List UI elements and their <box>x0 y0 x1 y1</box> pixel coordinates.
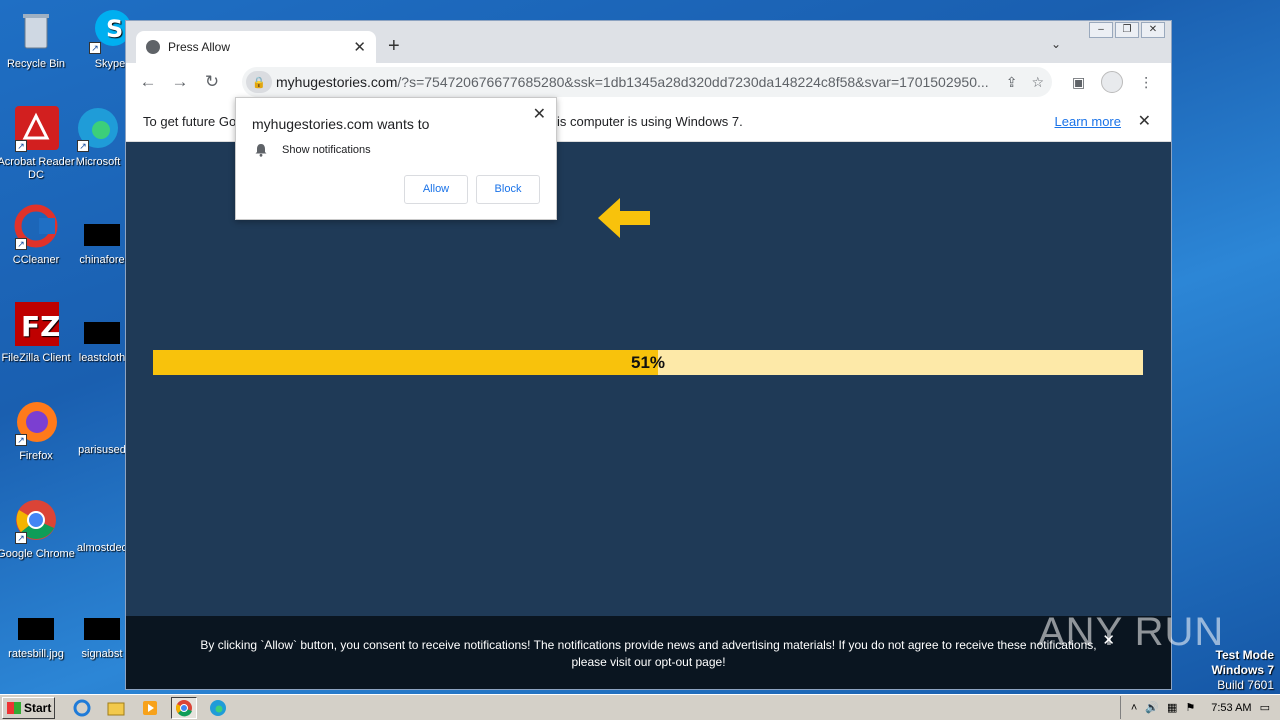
lock-icon[interactable]: 🔒 <box>246 71 272 93</box>
start-button[interactable]: Start <box>2 696 55 719</box>
test-mode-notice: Test Mode Windows 7 Build 7601 <box>1211 648 1274 693</box>
file-thumbnail <box>18 618 54 640</box>
window-controls: ‒ ❐ ✕ <box>1089 22 1165 38</box>
tab-search-chevron-icon[interactable]: ⌄ <box>1051 37 1061 51</box>
footer-line1: By clicking `Allow` button, you consent … <box>200 638 1097 652</box>
shortcut-arrow-icon: ↗ <box>89 42 101 54</box>
filezilla-icon: FZ <box>13 302 60 348</box>
restore-button[interactable]: ❐ <box>1115 22 1139 38</box>
file-thumbnail <box>84 322 120 344</box>
build-label: Build 7601 <box>1217 678 1274 692</box>
taskbar: Start ˄ 🔊 ▦ ⚑ 7:53 AM ▭ <box>0 694 1280 720</box>
globe-icon <box>146 40 160 54</box>
chrome-icon: ↗ <box>13 498 59 544</box>
back-arrow-icon[interactable]: ← <box>132 72 164 92</box>
side-panel-icon[interactable]: ▣ <box>1072 74 1085 91</box>
network-icon[interactable]: ▦ <box>1167 701 1177 714</box>
infobar-close-icon[interactable]: ✕ <box>1138 111 1151 131</box>
action-center-flag-icon[interactable]: ⚑ <box>1185 701 1195 714</box>
show-desktop-icon[interactable]: ▭ <box>1260 701 1270 714</box>
taskbar-ie-icon[interactable] <box>69 697 95 719</box>
ccleaner-icon: ↗ <box>13 204 59 250</box>
browser-toolbar: ← → ↻ 🔒 myhugestories.com /?s=7547206766… <box>126 63 1171 101</box>
prompt-close-icon[interactable]: ✕ <box>533 104 546 124</box>
taskbar-edge-icon[interactable] <box>205 697 231 719</box>
firefox-icon: ↗ <box>13 400 59 446</box>
profile-avatar-icon[interactable] <box>1101 71 1124 93</box>
clock[interactable]: 7:53 AM <box>1211 702 1251 714</box>
progress-bar: 51% <box>153 350 1143 375</box>
opt-out-link[interactable]: opt-out page <box>655 655 722 669</box>
volume-icon[interactable]: 🔊 <box>1145 701 1159 714</box>
footer-line2: please visit our opt-out page! <box>126 654 1171 671</box>
notification-permission-prompt: myhugestories.com wants to ✕ Show notifi… <box>235 97 557 220</box>
window-close-button[interactable]: ✕ <box>1141 22 1165 38</box>
tab-title: Press Allow <box>168 40 231 54</box>
infobar-text-right: is computer is using Windows 7. <box>557 113 743 129</box>
progress-label: 51% <box>630 353 666 372</box>
shortcut-arrow-icon: ↗ <box>77 140 89 152</box>
file-thumbnail <box>84 618 120 640</box>
arrow-left-icon <box>598 198 650 238</box>
forward-arrow-icon[interactable]: → <box>164 72 196 92</box>
bell-icon <box>255 144 267 157</box>
start-label: Start <box>24 700 52 715</box>
consent-footer: By clicking `Allow` button, you consent … <box>126 616 1171 689</box>
desktop-icon-recycle-bin[interactable]: Recycle Bin <box>0 8 76 71</box>
url-path: /?s=754720676677685280&ssk=1db1345a28d32… <box>397 74 989 90</box>
shortcut-arrow-icon: ↗ <box>15 238 27 250</box>
bookmark-star-icon[interactable]: ☆ <box>1031 74 1044 91</box>
tab-close-icon[interactable]: ✕ <box>353 38 366 56</box>
test-mode-label: Test Mode <box>1215 648 1274 662</box>
windows-flag-icon <box>7 701 21 714</box>
svg-text:S: S <box>106 15 123 43</box>
shortcut-arrow-icon: ↗ <box>15 532 27 544</box>
edge-icon: ↗ <box>75 106 121 152</box>
omnibox-actions: ⇪ ☆ <box>1006 74 1044 91</box>
tray-expand-icon[interactable]: ˄ <box>1131 702 1137 714</box>
infobar-text-left: To get future Go <box>143 113 237 129</box>
shortcut-arrow-icon: ↗ <box>15 434 27 446</box>
new-tab-button[interactable]: + <box>388 35 400 58</box>
os-name-label: Windows 7 <box>1211 663 1274 677</box>
browser-tab[interactable]: Press Allow ✕ <box>136 31 376 63</box>
shortcut-arrow-icon: ↗ <box>15 140 27 152</box>
taskbar-explorer-icon[interactable] <box>103 697 129 719</box>
footer-line2-prefix: please visit our <box>571 655 655 669</box>
acrobat-icon: ↗ <box>13 106 59 152</box>
url-host: myhugestories.com <box>276 74 398 90</box>
taskbar-media-player-icon[interactable] <box>137 697 163 719</box>
share-icon[interactable]: ⇪ <box>1006 74 1018 91</box>
svg-text:FZ: FZ <box>21 310 59 343</box>
block-button[interactable]: Block <box>476 175 540 204</box>
reload-icon[interactable]: ↻ <box>196 72 228 92</box>
toolbar-right: ▣ ⋮ <box>1072 71 1153 93</box>
kebab-menu-icon[interactable]: ⋮ <box>1139 74 1153 91</box>
prompt-title: myhugestories.com wants to <box>252 116 430 132</box>
recycle-bin-icon <box>13 8 59 54</box>
page-content: 51% By clicking `Allow` button, you cons… <box>126 142 1171 689</box>
allow-button[interactable]: Allow <box>404 175 468 204</box>
prompt-permission-row: Show notifications <box>254 143 371 157</box>
minimize-button[interactable]: ‒ <box>1089 22 1113 38</box>
address-bar[interactable]: 🔒 myhugestories.com /?s=7547206766776852… <box>242 67 1052 97</box>
desktop-icon-label: Recycle Bin <box>6 58 66 70</box>
file-thumbnail <box>84 224 120 246</box>
footer-line2-suffix: ! <box>722 655 726 669</box>
taskbar-chrome-icon[interactable] <box>171 696 197 719</box>
anyrun-watermark: ANY RUN <box>1038 610 1225 654</box>
permission-label: Show notifications <box>282 144 371 156</box>
learn-more-link[interactable]: Learn more <box>1055 114 1121 129</box>
system-tray: ˄ 🔊 ▦ ⚑ 7:53 AM ▭ <box>1119 696 1280 719</box>
